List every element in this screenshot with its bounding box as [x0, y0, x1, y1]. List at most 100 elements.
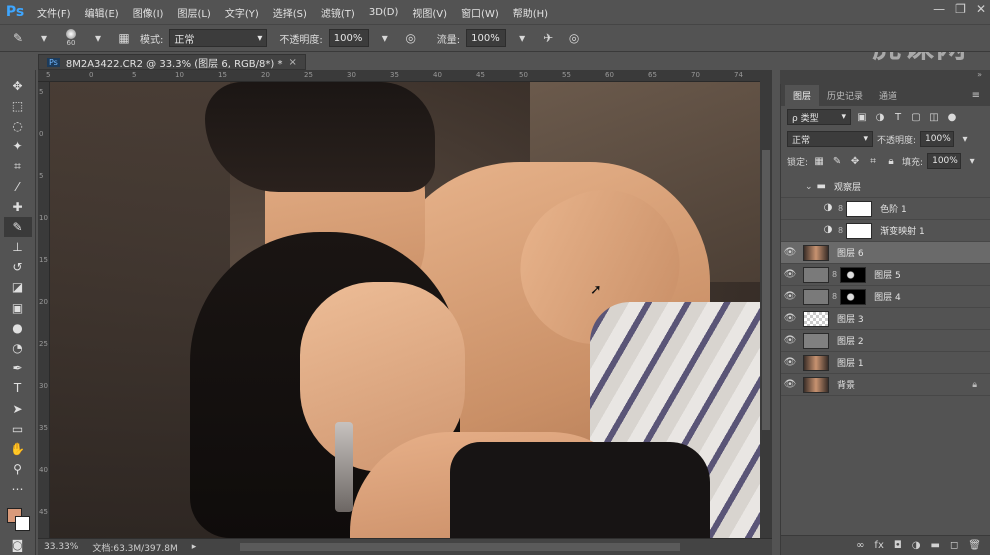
menu-filter[interactable]: 滤镜(T)	[314, 5, 362, 20]
layer-row-6[interactable]: 👁︎ 图层 6	[781, 242, 990, 264]
vertical-ruler[interactable]: 5 0 5 10 15 20 25 30 35 40 45	[38, 82, 50, 538]
restore-button[interactable]: ❐	[955, 2, 966, 16]
eye-icon[interactable]: 👁︎	[781, 269, 799, 280]
marquee-tool-icon[interactable]: ⬚	[4, 96, 32, 115]
move-tool-icon[interactable]: ✥	[4, 76, 32, 95]
eye-icon[interactable]: 👁︎	[781, 357, 799, 368]
link-icon[interactable]: 8	[832, 292, 837, 301]
scrollbar-thumb[interactable]	[762, 150, 770, 430]
layer-row-5[interactable]: 👁︎ 8 图层 5	[781, 264, 990, 286]
brush-tool-icon[interactable]: ✎	[3, 217, 32, 237]
menu-3d[interactable]: 3D(D)	[362, 7, 406, 18]
chevron-down-icon[interactable]: ⌄	[805, 182, 813, 192]
eyedropper-tool-icon[interactable]: ⁄	[4, 177, 32, 196]
chevron-down-icon[interactable]: ▾	[88, 28, 108, 48]
filter-smart-object-icon[interactable]: ◫	[927, 112, 941, 123]
status-arrow-icon[interactable]: ▸	[192, 542, 197, 552]
collapse-icon[interactable]: »	[977, 70, 982, 84]
eye-icon[interactable]: 👁︎	[781, 379, 799, 390]
visibility-toggle-empty[interactable]	[781, 225, 799, 236]
brush-settings-icon[interactable]: ▦	[114, 28, 134, 48]
eye-icon[interactable]: 👁︎	[781, 247, 799, 258]
menu-edit[interactable]: 编辑(E)	[78, 5, 126, 20]
visibility-toggle-empty[interactable]	[781, 203, 799, 214]
horizontal-scrollbar[interactable]	[240, 543, 680, 551]
filter-shape-icon[interactable]: ▢	[909, 112, 923, 123]
pressure-size-icon[interactable]: ◎	[564, 28, 584, 48]
blend-mode-select[interactable]: 正常 ▾	[787, 131, 873, 147]
layer-mask-thumbnail[interactable]	[840, 288, 867, 305]
close-icon[interactable]: ×	[288, 57, 296, 68]
lock-transparent-icon[interactable]: ▦	[812, 156, 826, 167]
lock-icon[interactable]: 🔒︎	[972, 380, 977, 390]
tab-history[interactable]: 历史记录	[819, 85, 871, 106]
filter-toggle-icon[interactable]: ●	[945, 112, 959, 123]
link-layers-icon[interactable]: ∞	[856, 540, 864, 551]
lasso-tool-icon[interactable]: ◌	[4, 116, 32, 135]
close-button[interactable]: ✕	[976, 2, 986, 16]
lock-all-icon[interactable]: 🔒︎	[884, 156, 898, 167]
more-tools-icon[interactable]: ⋯	[4, 480, 32, 499]
path-selection-tool-icon[interactable]: ➤	[4, 399, 32, 418]
pen-tool-icon[interactable]: ✒	[4, 359, 32, 378]
layer-opacity-input[interactable]: 100%	[920, 131, 955, 147]
eye-icon[interactable]: 👁︎	[781, 291, 799, 302]
crop-tool-icon[interactable]: ⌗	[4, 157, 32, 176]
layer-row-4[interactable]: 👁︎ 8 图层 4	[781, 286, 990, 308]
layer-row-background[interactable]: 👁︎ 背景 🔒︎	[781, 374, 990, 396]
layer-mask-thumbnail[interactable]	[846, 222, 873, 239]
new-adjustment-layer-icon[interactable]: ◑	[912, 540, 921, 551]
lock-position-icon[interactable]: ✥	[848, 156, 862, 167]
brush-preset-picker[interactable]: 60	[60, 27, 82, 49]
gradient-tool-icon[interactable]: ▣	[4, 298, 32, 317]
zoom-level[interactable]: 33.33%	[44, 542, 78, 552]
healing-brush-tool-icon[interactable]: ✚	[4, 197, 32, 216]
tab-channels[interactable]: 通道	[871, 85, 905, 106]
filter-kind-select[interactable]: ρ 类型 ▾	[787, 109, 851, 125]
menu-view[interactable]: 视图(V)	[405, 5, 454, 20]
hand-tool-icon[interactable]: ✋	[4, 439, 32, 458]
zoom-tool-icon[interactable]: ⚲	[4, 460, 32, 479]
new-layer-icon[interactable]: ◻	[950, 540, 958, 551]
mode-select[interactable]: 正常 ▾	[169, 29, 268, 47]
link-icon[interactable]: 8	[838, 226, 843, 235]
brush-tool-icon[interactable]: ✎	[8, 28, 28, 48]
pressure-opacity-icon[interactable]: ◎	[401, 28, 421, 48]
blur-tool-icon[interactable]: ●	[4, 318, 32, 337]
lock-artboard-icon[interactable]: ⌗	[866, 156, 880, 167]
layer-row-3[interactable]: 👁︎ 图层 3	[781, 308, 990, 330]
tab-layers[interactable]: 图层	[785, 85, 820, 106]
document-tab[interactable]: Ps 8M2A3422.CR2 @ 33.3% (图层 6, RGB/8*) *…	[38, 54, 306, 70]
menu-type[interactable]: 文字(Y)	[218, 5, 266, 20]
minimize-button[interactable]: —	[933, 2, 945, 16]
eye-icon[interactable]: 👁︎	[781, 313, 799, 324]
layer-row-2[interactable]: 👁︎ 图层 2	[781, 330, 990, 352]
vertical-scrollbar[interactable]	[760, 70, 772, 538]
menu-select[interactable]: 选择(S)	[266, 5, 314, 20]
layer-row-levels[interactable]: ◑ 8 色阶 1	[781, 198, 990, 220]
flow-input[interactable]: 100%	[466, 29, 507, 47]
panel-menu-icon[interactable]: ≡	[972, 90, 980, 101]
clone-stamp-tool-icon[interactable]: ⊥	[4, 238, 32, 257]
eraser-tool-icon[interactable]: ◪	[4, 278, 32, 297]
history-brush-tool-icon[interactable]: ↺	[4, 258, 32, 277]
chevron-down-icon[interactable]: ▾	[958, 134, 972, 145]
filter-type-icon[interactable]: T	[891, 112, 905, 123]
new-group-icon[interactable]: ▬	[931, 540, 940, 551]
background-color-swatch[interactable]	[14, 515, 30, 531]
menu-file[interactable]: 文件(F)	[30, 5, 78, 20]
chevron-down-icon[interactable]: ▾	[965, 156, 979, 167]
eye-icon[interactable]: 👁︎	[781, 335, 799, 346]
chevron-down-icon[interactable]: ▾	[512, 28, 532, 48]
layer-row-group[interactable]: ⌄ ▬ 观察层	[781, 176, 990, 198]
menu-window[interactable]: 窗口(W)	[454, 5, 506, 20]
magic-wand-tool-icon[interactable]: ✦	[4, 137, 32, 156]
layer-row-1[interactable]: 👁︎ 图层 1	[781, 352, 990, 374]
link-icon[interactable]: 8	[838, 204, 843, 213]
chevron-down-icon[interactable]: ▾	[34, 28, 54, 48]
menu-image[interactable]: 图像(I)	[126, 5, 171, 20]
visibility-toggle-empty[interactable]	[781, 181, 799, 192]
delete-layer-icon[interactable]: 🗑︎	[968, 540, 981, 551]
fill-input[interactable]: 100%	[927, 153, 962, 169]
type-tool-icon[interactable]: T	[4, 379, 32, 398]
